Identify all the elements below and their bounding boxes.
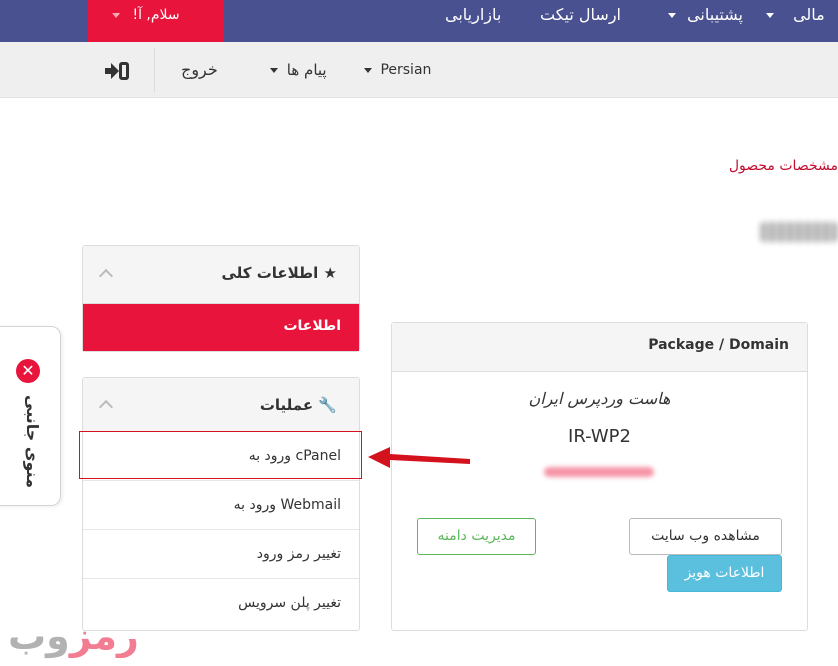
watermark-red-text: رمز xyxy=(69,614,139,658)
user-greeting-dropdown[interactable]: !سلام, آ xyxy=(88,0,224,42)
highlight-box xyxy=(79,431,362,479)
change-password-link[interactable]: تغییر رمز ورود xyxy=(83,530,359,579)
manage-domain-button[interactable]: مدیریت دامنه xyxy=(417,518,536,555)
nav-finance-label: مالی xyxy=(793,5,825,24)
view-website-button[interactable]: مشاهده وب سایت xyxy=(629,518,782,555)
general-info-title: اطلاعات کلی ★ xyxy=(221,264,341,282)
chevron-up-icon[interactable] xyxy=(98,268,114,284)
package-domain-title: Package / Domain xyxy=(648,337,789,353)
logout-link[interactable]: خروج xyxy=(181,42,218,98)
red-arrow-icon xyxy=(368,447,470,468)
messages-label: پیام ها xyxy=(286,61,327,79)
nav-support-dropdown[interactable]: پشتیبانی xyxy=(664,0,743,42)
logout-icon-button[interactable] xyxy=(105,42,131,98)
language-dropdown[interactable]: Persian xyxy=(360,42,431,98)
messages-dropdown[interactable]: پیام ها xyxy=(266,42,327,98)
whois-info-button[interactable]: اطلاعات هویز xyxy=(667,555,782,592)
nav-marketing[interactable]: بازاریابی xyxy=(445,0,501,42)
nav-send-ticket[interactable]: ارسال تیکت xyxy=(540,0,621,42)
chevron-down-icon xyxy=(668,13,676,18)
nav-support-label: پشتیبانی xyxy=(687,5,743,24)
general-info-title-text: اطلاعات کلی xyxy=(221,264,319,282)
watermark-gray-text: وب xyxy=(8,614,70,658)
top-navbar: !سلام, آ بازاریابی ارسال تیکت پشتیبانی م… xyxy=(0,0,838,42)
package-domain-heading: Package / Domain xyxy=(392,323,807,372)
star-icon: ★ xyxy=(323,264,337,282)
operations-title: عملیات 🔧 xyxy=(260,396,341,414)
side-menu-label: منوی جانبی xyxy=(23,394,42,488)
general-info-panel: اطلاعات کلی ★ اطلاعات xyxy=(82,245,360,352)
package-domain-panel: Package / Domain هاست وردپرس ایران IR-WP… xyxy=(391,322,808,631)
greeting-label: !سلام, آ xyxy=(132,7,180,23)
info-menu-item[interactable]: اطلاعات xyxy=(83,304,359,351)
login-webmail-link[interactable]: ورود به Webmail xyxy=(83,481,359,530)
bar-divider xyxy=(154,48,155,92)
nav-finance-dropdown[interactable]: مالی xyxy=(762,0,825,42)
wrench-icon: 🔧 xyxy=(318,396,337,414)
sign-out-icon xyxy=(105,61,129,80)
chevron-down-icon xyxy=(364,67,372,73)
chevron-down-icon xyxy=(766,13,774,18)
operations-title-text: عملیات xyxy=(259,396,314,414)
close-icon[interactable]: ✕ xyxy=(16,359,40,383)
product-details-link[interactable]: مشخصات محصول xyxy=(729,158,838,174)
watermark-logo: رمزوب xyxy=(8,606,139,666)
operations-panel: عملیات 🔧 ورود به cPanel ورود به Webmail … xyxy=(82,377,360,631)
operations-heading[interactable]: عملیات 🔧 xyxy=(83,378,359,432)
language-label: Persian xyxy=(380,62,432,78)
secondary-bar: خروج پیام ها Persian xyxy=(0,42,838,98)
general-info-heading[interactable]: اطلاعات کلی ★ xyxy=(83,246,359,304)
blurred-domain xyxy=(544,467,654,477)
product-name: هاست وردپرس ایران xyxy=(528,389,671,408)
chevron-up-icon[interactable] xyxy=(98,399,114,415)
blurred-text xyxy=(760,222,838,242)
side-menu-tab[interactable]: ✕ منوی جانبی xyxy=(0,326,61,506)
chevron-down-icon xyxy=(270,68,278,73)
